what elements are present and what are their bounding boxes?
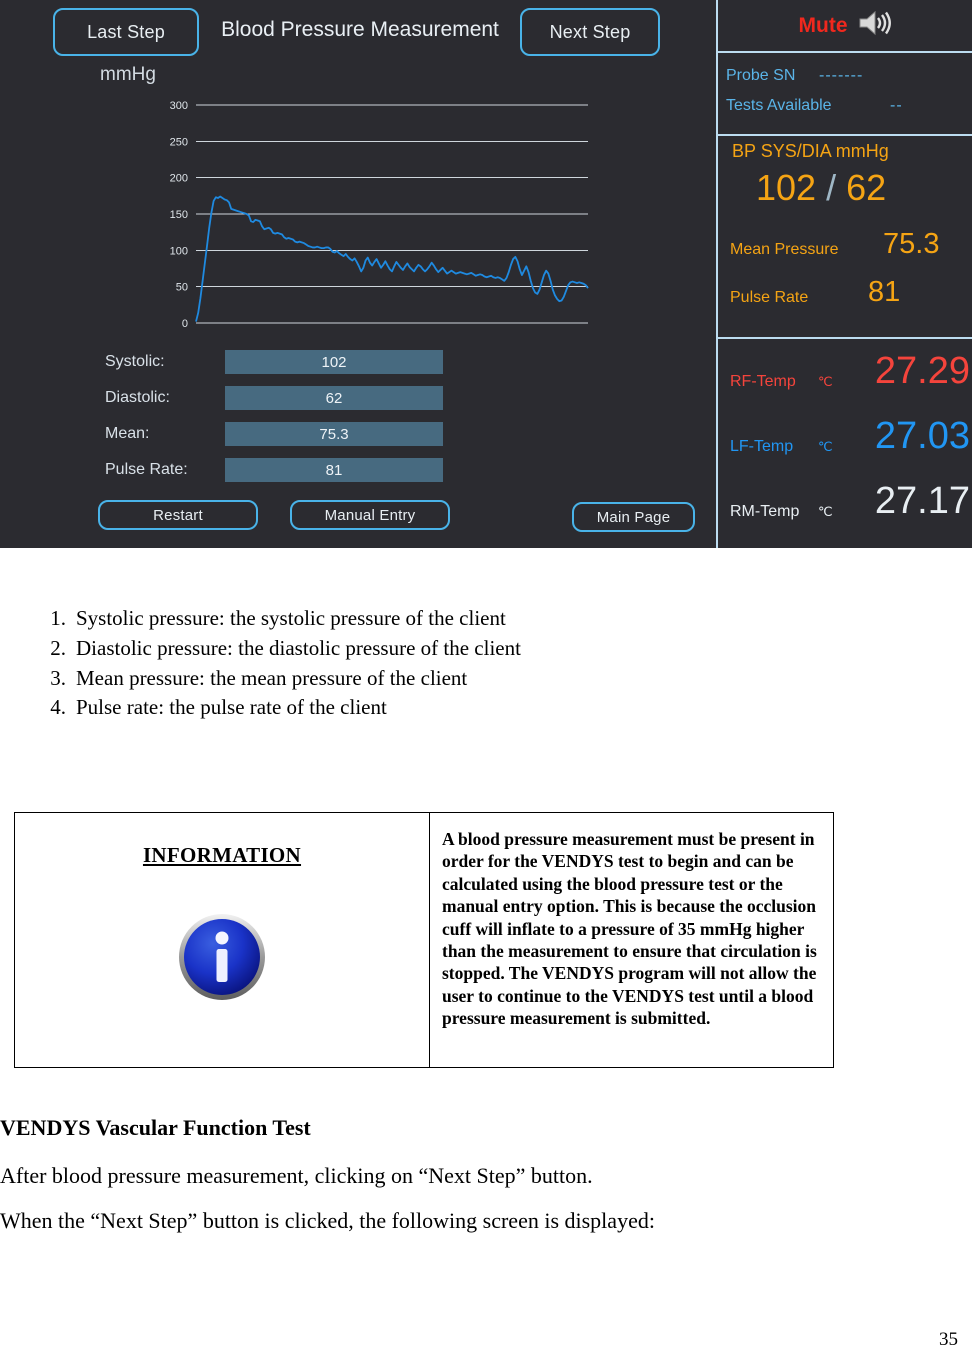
readout-row-systolic: Systolic: 102 <box>105 350 450 386</box>
svg-text:250: 250 <box>170 136 188 148</box>
list-item-text: Systolic pressure: the systolic pressure… <box>76 606 506 630</box>
bp-separator: / <box>826 167 837 208</box>
device-screenshot: Last Step Blood Pressure Measurement Nex… <box>0 0 972 548</box>
svg-text:150: 150 <box>170 209 188 221</box>
information-box: INFORMATION A blood pressure measurement… <box>14 812 834 1068</box>
temperature-row-lf: LF-Temp ℃ 27.03 <box>718 412 972 477</box>
lf-temp-label: LF-Temp <box>730 438 794 455</box>
restart-button[interactable]: Restart <box>98 500 258 530</box>
temperature-row-rm: RM-Temp ℃ 27.17 <box>718 477 972 542</box>
mean-pressure-label: Mean Pressure <box>730 241 839 258</box>
mean-value: 75.3 <box>225 422 443 446</box>
list-item: 1. Systolic pressure: the systolic press… <box>36 604 836 634</box>
readout-label: Diastolic: <box>105 389 170 406</box>
readout-label: Mean: <box>105 425 150 442</box>
last-step-button[interactable]: Last Step <box>53 8 199 56</box>
rm-temp-value: 27.17 <box>874 480 970 522</box>
list-item-number: 4. <box>50 695 66 720</box>
paragraph-2: When the “Next Step” button is clicked, … <box>0 1208 655 1233</box>
bp-reading: 102 / 62 <box>756 167 886 209</box>
bp-diastolic-value: 62 <box>846 167 887 208</box>
list-item-text: Pulse rate: the pulse rate of the client <box>76 695 387 720</box>
speaker-on-icon[interactable] <box>858 10 892 41</box>
svg-text:200: 200 <box>170 173 188 185</box>
systolic-value: 102 <box>225 350 443 374</box>
tests-available-label: Tests Available <box>726 97 832 114</box>
pressure-chart-svg: 0 50 100 150 200 250 300 <box>170 100 589 330</box>
mean-pressure-value: 75.3 <box>883 228 940 260</box>
list-item: 3. Mean pressure: the mean pressure of t… <box>36 664 836 694</box>
pressure-chart: 0 50 100 150 200 250 300 <box>150 95 590 345</box>
pulse-rate-value: 81 <box>868 276 901 308</box>
list-item-text: Diastolic pressure: the diastolic pressu… <box>76 635 521 660</box>
information-box-right: A blood pressure measurement must be pre… <box>430 813 833 1067</box>
mute-section[interactable]: Mute <box>718 0 972 53</box>
rf-temp-label: RF-Temp <box>730 373 796 390</box>
svg-text:300: 300 <box>170 100 188 112</box>
pulse-rate-label: Pulse Rate <box>730 289 809 306</box>
mute-label: Mute <box>798 13 848 37</box>
svg-text:100: 100 <box>170 245 188 257</box>
readout-label: Pulse Rate: <box>105 461 188 478</box>
manual-entry-button[interactable]: Manual Entry <box>290 500 450 530</box>
blood-pressure-section: BP SYS/DIA mmHg 102 / 62 Mean Pressure 7… <box>718 136 972 339</box>
information-text: A blood pressure measurement must be pre… <box>442 829 817 1029</box>
diastolic-value: 62 <box>225 386 443 410</box>
readout-row-diastolic: Diastolic: 62 <box>105 386 450 422</box>
rf-temp-value: 27.29 <box>874 350 970 392</box>
next-step-button[interactable]: Next Step <box>520 8 660 56</box>
lf-temp-value: 27.03 <box>874 415 970 457</box>
rf-temp-unit: ℃ <box>818 374 833 389</box>
section-heading: VENDYS Vascular Function Test <box>0 1115 311 1140</box>
svg-text:50: 50 <box>176 282 188 294</box>
rm-temp-unit: ℃ <box>818 504 833 519</box>
temperature-row-rf: RF-Temp ℃ 27.29 <box>718 347 972 412</box>
information-icon <box>175 910 269 1004</box>
information-heading: INFORMATION <box>142 843 302 867</box>
status-sidebar: Mute Probe SN ------- Tests Available --… <box>716 0 972 548</box>
measurement-panel: Last Step Blood Pressure Measurement Nex… <box>0 0 716 548</box>
readout-list: Systolic: 102 Diastolic: 62 Mean: 75.3 P… <box>105 350 450 494</box>
list-item-text: Mean pressure: the mean pressure of the … <box>76 665 468 690</box>
page-title: Blood Pressure Measurement <box>221 18 499 41</box>
svg-text:0: 0 <box>182 318 188 330</box>
tests-available-value: -- <box>890 97 903 114</box>
rm-temp-label: RM-Temp <box>730 503 800 520</box>
readout-row-mean: Mean: 75.3 <box>105 422 450 458</box>
bp-systolic-value: 102 <box>756 167 817 208</box>
list-item: 4. Pulse rate: the pulse rate of the cli… <box>36 693 836 723</box>
probe-sn-value: ------- <box>819 67 864 84</box>
lf-temp-unit: ℃ <box>818 439 833 454</box>
pulse-rate-value: 81 <box>225 458 443 482</box>
temperature-section: RF-Temp ℃ 27.29 LF-Temp ℃ 27.03 RM-Temp … <box>718 339 972 546</box>
description-list: 1. Systolic pressure: the systolic press… <box>36 604 836 723</box>
list-item-number: 3. <box>50 665 66 690</box>
chart-unit-label: mmHg <box>100 64 156 85</box>
page-number: 35 <box>939 1329 958 1350</box>
main-page-button[interactable]: Main Page <box>572 502 695 532</box>
list-item: 2. Diastolic pressure: the diastolic pre… <box>36 634 836 664</box>
readout-label: Systolic: <box>105 353 165 370</box>
list-item-number: 2. <box>50 635 66 660</box>
bp-header-label: BP SYS/DIA mmHg <box>732 141 889 161</box>
information-box-left: INFORMATION <box>15 813 430 1067</box>
probe-sn-label: Probe SN <box>726 67 796 84</box>
probe-section: Probe SN ------- Tests Available -- <box>718 53 972 136</box>
readout-row-pulse-rate: Pulse Rate: 81 <box>105 458 450 494</box>
paragraph-1: After blood pressure measurement, clicki… <box>0 1163 593 1188</box>
list-item-number: 1. <box>50 606 66 630</box>
